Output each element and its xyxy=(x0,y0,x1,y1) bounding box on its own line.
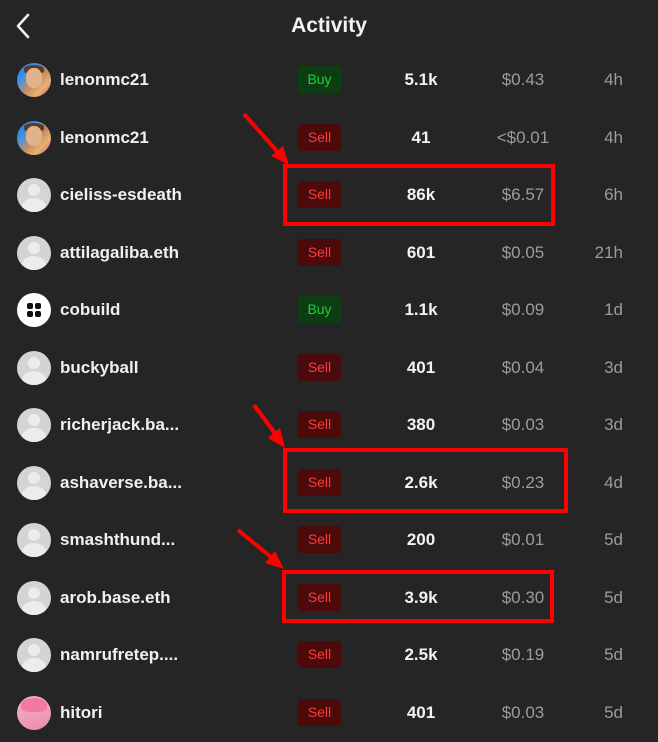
token-amount: 3.9k xyxy=(380,588,462,608)
usd-value: $0.19 xyxy=(478,645,568,665)
usd-value: $0.09 xyxy=(478,300,568,320)
token-amount: 2.5k xyxy=(380,645,462,665)
username[interactable]: attilagaliba.eth xyxy=(60,243,179,263)
username[interactable]: cobuild xyxy=(60,300,120,320)
token-amount: 41 xyxy=(380,128,462,148)
token-amount: 200 xyxy=(380,530,462,550)
username[interactable]: namrufretep.... xyxy=(60,645,178,665)
avatar[interactable] xyxy=(17,581,51,615)
sell-badge: Sell xyxy=(298,354,341,381)
avatar[interactable] xyxy=(17,351,51,385)
activity-row[interactable]: hitori Sell 401 $0.03 5d xyxy=(0,685,658,742)
avatar[interactable] xyxy=(17,63,51,97)
token-amount: 5.1k xyxy=(380,70,462,90)
sell-badge: Sell xyxy=(298,239,341,266)
usd-value: $0.03 xyxy=(478,415,568,435)
activity-list: lenonmc21 Buy 5.1k $0.43 4h lenonmc21 Sell 41 <$… xyxy=(0,52,658,742)
time-ago: 4h xyxy=(604,70,623,90)
usd-value: $0.23 xyxy=(478,473,568,493)
header-bar: Activity xyxy=(0,0,658,56)
sell-badge: Sell xyxy=(298,641,341,668)
username[interactable]: hitori xyxy=(60,703,103,723)
sell-badge: Sell xyxy=(298,526,341,553)
time-ago: 5d xyxy=(604,703,623,723)
sell-badge: Sell xyxy=(298,469,341,496)
usd-value: $6.57 xyxy=(478,185,568,205)
activity-row[interactable]: richerjack.ba... Sell 380 $0.03 3d xyxy=(0,397,658,455)
token-amount: 2.6k xyxy=(380,473,462,493)
activity-row[interactable]: lenonmc21 Sell 41 <$0.01 4h xyxy=(0,110,658,168)
sell-badge: Sell xyxy=(298,584,341,611)
activity-row[interactable]: smashthund... Sell 200 $0.01 5d xyxy=(0,512,658,570)
token-amount: 401 xyxy=(380,703,462,723)
activity-row[interactable]: cieliss-esdeath Sell 86k $6.57 6h xyxy=(0,167,658,225)
avatar[interactable] xyxy=(17,466,51,500)
time-ago: 4h xyxy=(604,128,623,148)
usd-value: $0.03 xyxy=(478,703,568,723)
activity-row[interactable]: arob.base.eth Sell 3.9k $0.30 5d xyxy=(0,570,658,628)
token-amount: 86k xyxy=(380,185,462,205)
token-amount: 1.1k xyxy=(380,300,462,320)
time-ago: 3d xyxy=(604,415,623,435)
time-ago: 3d xyxy=(604,358,623,378)
sell-badge: Sell xyxy=(298,124,341,151)
usd-value: $0.43 xyxy=(478,70,568,90)
page-title: Activity xyxy=(0,14,658,38)
username[interactable]: ashaverse.ba... xyxy=(60,473,182,493)
username[interactable]: cieliss-esdeath xyxy=(60,185,182,205)
time-ago: 5d xyxy=(604,645,623,665)
avatar[interactable] xyxy=(17,293,51,327)
time-ago: 4d xyxy=(604,473,623,493)
username[interactable]: buckyball xyxy=(60,358,138,378)
username[interactable]: lenonmc21 xyxy=(60,70,149,90)
buy-badge: Buy xyxy=(298,66,341,93)
activity-row[interactable]: namrufretep.... Sell 2.5k $0.19 5d xyxy=(0,627,658,685)
avatar[interactable] xyxy=(17,408,51,442)
avatar[interactable] xyxy=(17,638,51,672)
time-ago: 1d xyxy=(604,300,623,320)
avatar[interactable] xyxy=(17,696,51,730)
avatar[interactable] xyxy=(17,236,51,270)
activity-row[interactable]: buckyball Sell 401 $0.04 3d xyxy=(0,340,658,398)
avatar[interactable] xyxy=(17,523,51,557)
buy-badge: Buy xyxy=(298,296,341,323)
usd-value: $0.01 xyxy=(478,530,568,550)
activity-row[interactable]: lenonmc21 Buy 5.1k $0.43 4h xyxy=(0,52,658,110)
usd-value: $0.05 xyxy=(478,243,568,263)
username[interactable]: arob.base.eth xyxy=(60,588,171,608)
sell-badge: Sell xyxy=(298,181,341,208)
activity-row[interactable]: ashaverse.ba... Sell 2.6k $0.23 4d xyxy=(0,455,658,513)
username[interactable]: richerjack.ba... xyxy=(60,415,179,435)
username[interactable]: lenonmc21 xyxy=(60,128,149,148)
token-amount: 601 xyxy=(380,243,462,263)
username[interactable]: smashthund... xyxy=(60,530,175,550)
sell-badge: Sell xyxy=(298,699,341,726)
usd-value: $0.04 xyxy=(478,358,568,378)
sell-badge: Sell xyxy=(298,411,341,438)
time-ago: 21h xyxy=(595,243,623,263)
activity-row[interactable]: cobuild Buy 1.1k $0.09 1d xyxy=(0,282,658,340)
usd-value: <$0.01 xyxy=(478,128,568,148)
token-amount: 401 xyxy=(380,358,462,378)
activity-row[interactable]: attilagaliba.eth Sell 601 $0.05 21h xyxy=(0,225,658,283)
avatar[interactable] xyxy=(17,121,51,155)
usd-value: $0.30 xyxy=(478,588,568,608)
time-ago: 5d xyxy=(604,530,623,550)
time-ago: 6h xyxy=(604,185,623,205)
time-ago: 5d xyxy=(604,588,623,608)
avatar[interactable] xyxy=(17,178,51,212)
token-amount: 380 xyxy=(380,415,462,435)
